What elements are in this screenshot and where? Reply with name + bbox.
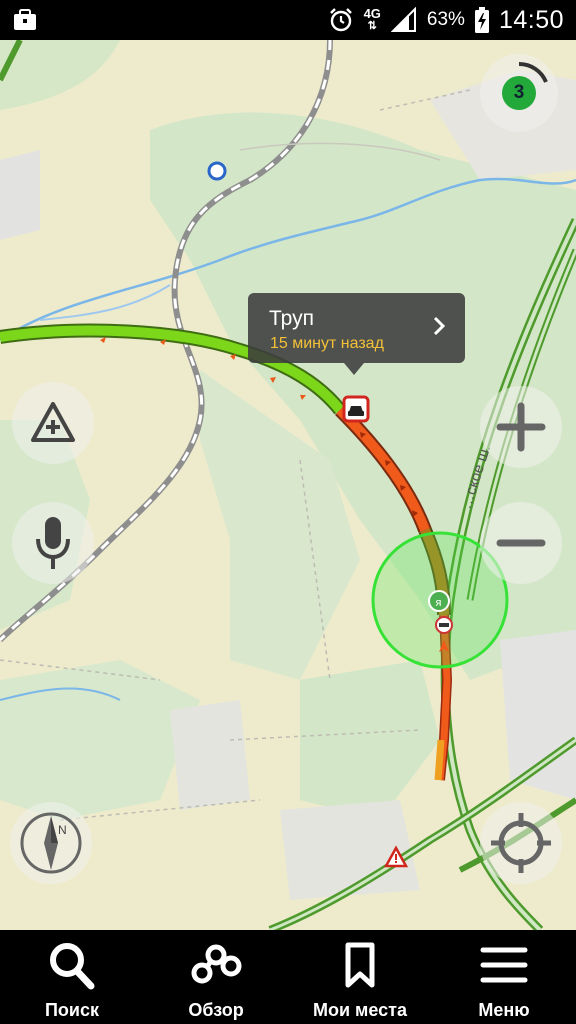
event-title: Труп: [269, 307, 314, 330]
bottom-navigation: Поиск Обзор Мои места Меню: [0, 930, 576, 1024]
svg-text:N: N: [58, 823, 67, 837]
event-time: 15 минут назад: [270, 335, 384, 352]
nav-menu[interactable]: Меню: [432, 930, 576, 1024]
battery-percent: 63%: [426, 9, 465, 30]
zoom-out-button[interactable]: [480, 502, 562, 584]
map-base: …ское ш. я: [0, 40, 576, 930]
battery-charging-icon: [474, 7, 489, 33]
search-icon: [50, 943, 95, 990]
nav-overview[interactable]: Обзор: [144, 930, 288, 1024]
locate-me-button[interactable]: [480, 802, 562, 884]
nav-menu-label: Меню: [478, 1000, 530, 1020]
event-callout[interactable]: Труп 15 минут назад: [248, 293, 465, 375]
nav-my-places[interactable]: Мои места: [288, 930, 432, 1024]
status-bar: 4G ⇅ 63% 14:50: [0, 0, 576, 40]
nav-overview-label: Обзор: [188, 1000, 244, 1020]
overview-icon: [191, 944, 242, 984]
microphone-icon: [36, 517, 70, 569]
nav-search[interactable]: Поиск: [0, 930, 144, 1024]
compass-icon: N: [20, 812, 82, 874]
traffic-level-value: 3: [502, 76, 536, 110]
bookmark-icon: [345, 942, 375, 988]
voice-search-button[interactable]: [12, 502, 94, 584]
clock: 14:50: [498, 5, 564, 34]
plus-icon: [496, 402, 546, 452]
alarm-icon: [329, 8, 352, 32]
network-type: 4G ⇅: [363, 6, 381, 32]
bag-icon: [14, 9, 36, 30]
nav-my-places-label: Мои места: [313, 1000, 407, 1020]
svg-text:я: я: [435, 596, 442, 609]
map-view[interactable]: …ское ш. я 3 Труп 15 минут назад N: [0, 40, 576, 930]
station-marker: [207, 161, 227, 181]
chevron-right-icon: [433, 316, 446, 336]
zoom-in-button[interactable]: [480, 386, 562, 468]
add-warning-icon: [31, 402, 75, 442]
nav-search-label: Поиск: [44, 1000, 100, 1020]
minus-icon: [496, 539, 546, 547]
compass-button[interactable]: N: [10, 802, 92, 884]
callout-tail: [344, 363, 364, 375]
menu-icon: [480, 947, 528, 983]
crosshair-icon: [491, 813, 551, 873]
traffic-level-button[interactable]: 3: [480, 54, 558, 132]
signal-icon: [390, 7, 416, 32]
report-event-button[interactable]: [12, 382, 94, 464]
